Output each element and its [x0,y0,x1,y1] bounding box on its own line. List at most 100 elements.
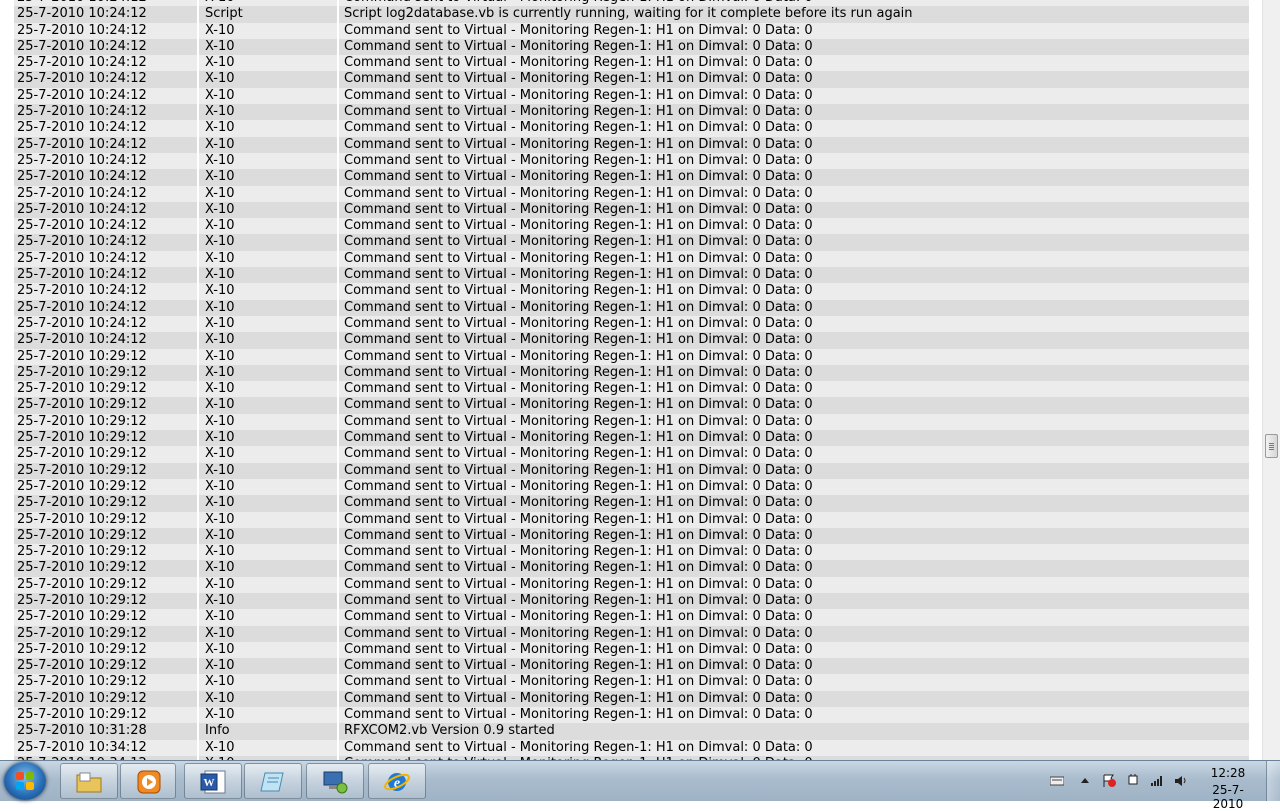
log-type: X-10 [199,283,337,300]
log-row[interactable]: 25-7-2010 10:24:12X-10Command sent to Vi… [14,185,1249,202]
log-timestamp: 25-7-2010 10:29:12 [14,495,197,512]
log-row[interactable]: 25-7-2010 10:29:12 X-10 Command sent to Vi… [14,658,1249,675]
log-row[interactable]: 25-7-2010 10:29:12 X-10 Command sent to Vi… [14,544,1249,561]
log-row[interactable]: 25-7-2010 10:24:12X-10Command sent to Vi… [14,169,1249,186]
taskbar-app-network-computer[interactable] [306,763,364,799]
log-row[interactable]: 25-7-2010 10:29:12 X-10 Command sent to Vi… [14,690,1249,708]
log-row[interactable]: 25-7-2010 10:24:12X-10Command sent to Vi… [14,38,1249,56]
log-row[interactable]: 25-7-2010 10:29:12 X-10 Command sent to Vi… [14,625,1249,642]
log-row[interactable]: 25-7-2010 10:24:12X-10Command sent to Vi… [14,250,1249,268]
power-plug-icon[interactable] [1126,774,1140,787]
log-type: X-10 [199,136,337,153]
log-timestamp: 25-7-2010 10:29:12 [14,707,197,724]
log-row[interactable]: 25-7-2010 10:24:12X-10Command sent to Vi… [14,201,1249,219]
log-type: X-10 [199,560,337,577]
log-row[interactable]: 25-7-2010 10:29:12 X-10 Command sent to Vi… [14,446,1249,463]
volume-icon[interactable] [1174,774,1188,787]
log-row[interactable]: 25-7-2010 10:29:12 X-10 Command sent to Vi… [14,495,1249,512]
keyboard-icon[interactable] [1050,774,1064,787]
log-timestamp: 25-7-2010 10:24:12 [14,332,197,349]
taskbar-app-media-player[interactable] [120,763,176,799]
log-row[interactable]: 25-7-2010 10:24:12X-10Command sent to Vi… [14,22,1249,39]
log-row[interactable]: 25-7-2010 10:29:12 X-10 Command sent to Vi… [14,609,1249,626]
action-center-flag-icon[interactable] [1102,774,1116,787]
network-signal-icon[interactable] [1150,774,1164,787]
log-row[interactable]: 25-7-2010 10:29:12 X-10 Command sent to Vi… [14,576,1249,593]
log-type: X-10 [199,185,337,202]
log-type: X-10 [199,495,337,512]
log-row[interactable]: 25-7-2010 10:24:12X-10Command sent to Vi… [14,315,1249,333]
log-row[interactable]: 25-7-2010 10:29:12 X-10 Command sent to Vi… [14,527,1249,545]
log-message: Command sent to Virtual - Monitoring Reg… [339,152,1249,170]
log-row[interactable]: 25-7-2010 10:24:12X-10Command sent to Vi… [14,136,1249,153]
computer-icon [323,771,348,794]
log-row[interactable]: 25-7-2010 10:24:12X-10Command sent to Vi… [14,299,1249,316]
show-hidden-icons-icon[interactable] [1078,774,1092,787]
log-row[interactable]: 25-7-2010 10:29:12 X-10 Command sent to Vi… [14,462,1249,479]
log-message: Command sent to Virtual - Monitoring Reg… [339,462,1249,479]
log-type: X-10 [199,739,337,756]
log-message: Command sent to Virtual - Monitoring Reg… [339,739,1249,756]
log-timestamp: 25-7-2010 10:29:12 [14,592,197,610]
log-row[interactable]: 25-7-2010 10:24:12X-10Command sent to Vi… [14,283,1249,300]
log-message: Command sent to Virtual - Monitoring Reg… [339,38,1249,56]
log-type: X-10 [199,315,337,333]
log-message: Command sent to Virtual - Monitoring Reg… [339,560,1249,577]
log-timestamp: 25-7-2010 10:24:12 [14,38,197,56]
log-type: X-10 [199,201,337,219]
log-row[interactable]: 25-7-2010 10:24:12X-10Command sent to Vi… [14,120,1249,137]
log-type: X-10 [199,674,337,691]
log-row[interactable]: 25-7-2010 10:24:12X-10Command sent to Vi… [14,332,1249,349]
log-row[interactable]: 25-7-2010 10:24:12X-10Command sent to Vi… [14,234,1249,251]
log-row[interactable]: 25-7-2010 10:29:12 X-10 Command sent to Vi… [14,641,1249,659]
log-type: X-10 [199,38,337,56]
log-timestamp: 25-7-2010 10:29:12 [14,690,197,708]
log-row[interactable]: 25-7-2010 10:24:12 Script Script log2datab… [14,6,1249,23]
show-desktop-button[interactable] [1266,761,1280,801]
log-row[interactable]: 25-7-2010 10:29:12 X-10 Command sent to Vi… [14,413,1249,431]
log-row[interactable]: 25-7-2010 10:24:12X-10Command sent to Vi… [14,55,1249,72]
clock-time[interactable]: 12:28 [1198,766,1258,780]
log-row[interactable]: 25-7-2010 10:24:12X-10Command sent to Vi… [14,152,1249,170]
log-type: X-10 [199,120,337,137]
start-button[interactable] [4,762,46,800]
log-row[interactable]: 25-7-2010 10:29:12 X-10 Command sent to Vi… [14,430,1249,447]
log-message: Command sent to Virtual - Monitoring Reg… [339,397,1249,414]
log-row[interactable]: 25-7-2010 10:29:12 X-10 Command sent to Vi… [14,478,1249,496]
clock-date[interactable]: 25-7-2010 [1198,783,1258,811]
log-message: Command sent to Virtual - Monitoring Reg… [339,201,1249,219]
log-row[interactable]: 25-7-2010 10:29:12 X-10 Command sent to Vi… [14,364,1249,382]
log-row[interactable]: 25-7-2010 10:31:28 Info RFXCOM2.vb Version… [14,723,1249,740]
log-timestamp: 25-7-2010 10:31:28 [14,723,197,740]
log-row[interactable]: 25-7-2010 10:29:12 X-10 Command sent to Vi… [14,511,1249,528]
log-row[interactable]: 25-7-2010 10:29:12 X-10 Command sent to Vi… [14,592,1249,610]
log-row[interactable]: 25-7-2010 10:29:12 X-10 Command sent to Vi… [14,397,1249,414]
log-row[interactable]: 25-7-2010 10:29:12 X-10 Command sent to Vi… [14,348,1249,365]
log-row[interactable]: 25-7-2010 10:29:12 X-10 Command sent to Vi… [14,560,1249,577]
log-row[interactable]: 25-7-2010 10:29:12 X-10 Command sent to Vi… [14,674,1249,691]
log-timestamp: 25-7-2010 10:24:12 [14,136,197,153]
log-message: Command sent to Virtual - Monitoring Reg… [339,136,1249,153]
log-message: Command sent to Virtual - Monitoring Reg… [339,55,1249,72]
taskbar-app-internet-explorer[interactable]: e [368,763,426,799]
system-tray: 12:28 25-7-2010 [1040,761,1280,811]
taskbar-app-notepad[interactable] [244,763,302,799]
log-row[interactable]: 25-7-2010 10:29:12 X-10 Command sent to Vi… [14,381,1249,398]
log-row[interactable]: 25-7-2010 10:24:12X-10Command sent to Vi… [14,71,1249,88]
taskbar-app-windows-explorer[interactable] [60,763,118,799]
log-message: Command sent to Virtual - Monitoring Reg… [339,250,1249,268]
log-row[interactable]: 25-7-2010 10:29:12 X-10 Command sent to Vi… [14,707,1249,724]
log-timestamp: 25-7-2010 10:29:12 [14,527,197,545]
log-row[interactable]: 25-7-2010 10:24:12X-10Command sent to Vi… [14,87,1249,105]
log-type: X-10 [199,462,337,479]
log-viewport[interactable]: 25-7-2010 10:24:12X-10Command sent to Vi… [0,0,1262,762]
vertical-scrollbar[interactable] [1262,0,1280,762]
log-row[interactable]: 25-7-2010 10:24:12X-10Command sent to Vi… [14,218,1249,235]
log-timestamp: 25-7-2010 10:29:12 [14,478,197,496]
log-row[interactable]: 25-7-2010 10:24:12X-10Command sent to Vi… [14,104,1249,121]
log-row[interactable]: 25-7-2010 10:24:12X-10Command sent to Vi… [14,267,1249,284]
log-row[interactable]: 25-7-2010 10:34:12X-10Command sent to Vi… [14,739,1249,756]
log-timestamp: 25-7-2010 10:29:12 [14,560,197,577]
taskbar-app-microsoft-word[interactable]: W [184,763,242,799]
scrollbar-thumb[interactable] [1265,434,1278,458]
